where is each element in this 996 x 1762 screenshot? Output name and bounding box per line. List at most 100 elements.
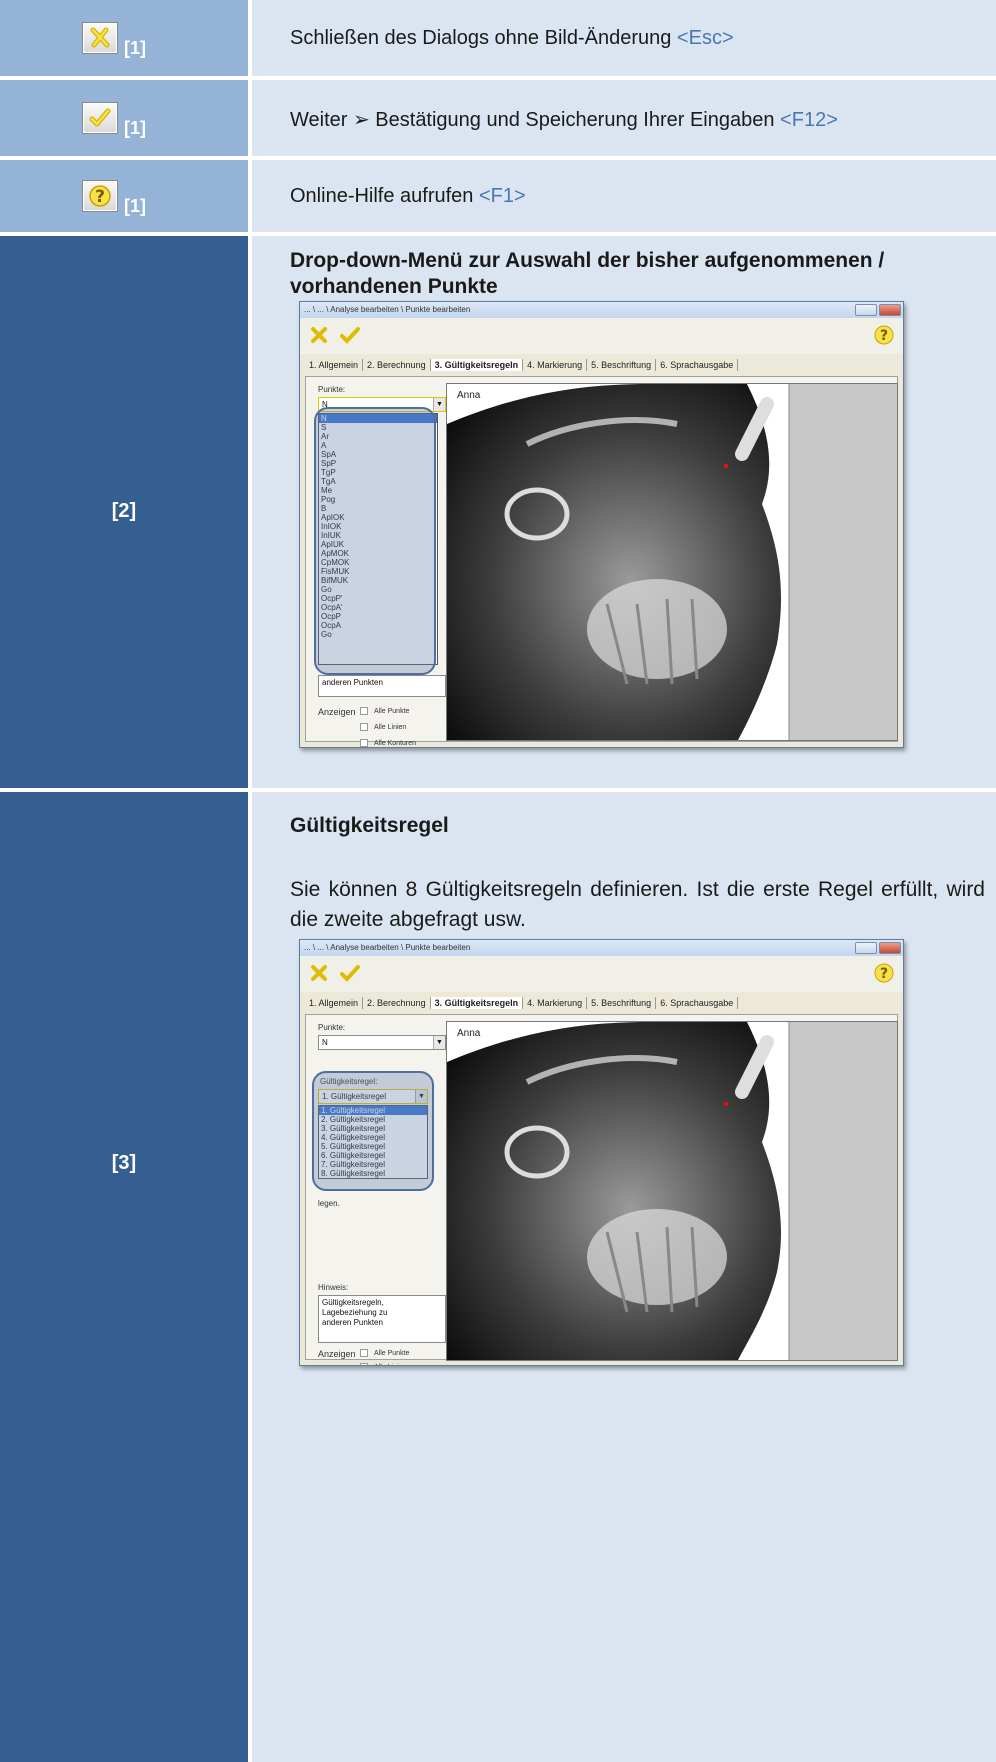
checkbox-all-contours[interactable]: Alle Konturen [360,739,416,747]
xray-image[interactable]: Anna [446,383,898,741]
checkbox-label: Alle Punkte [374,707,410,715]
show-label: Anzeigen [318,707,356,717]
patient-name: Anna [457,1028,481,1039]
tab-labeling[interactable]: 5. Beschriftung [587,359,657,371]
cancel-x-icon [90,27,110,48]
confirm-check-icon [89,108,111,127]
points-label: Punkte: [318,385,346,394]
row-help-text: Online-Hilfe aufrufen <F1> [290,185,526,208]
hint-text-box: anderen Punkten [318,675,446,697]
help-question-icon: ? [89,185,111,207]
tab-calculation[interactable]: 2. Berechnung [363,359,431,371]
section-validity-rule: [3] Gültigkeitsregel Sie können 8 Gültig… [0,792,996,1762]
checkbox-all-lines[interactable]: Alle Linien [360,1363,406,1365]
row-index: [1] [124,196,146,216]
row-text: Weiter ➢ Bestätigung und Speicherung Ihr… [290,109,775,131]
hint-line: anderen Punkten [322,1318,383,1327]
checkbox-all-lines[interactable]: Alle Linien [360,723,406,731]
checkbox-all-points[interactable]: Alle Punkte [360,707,409,715]
section-heading: Drop-down-Menü zur Auswahl der bisher au… [290,249,885,272]
row-index: [1] [124,118,146,138]
shortcut-key: <F1> [479,185,526,207]
xray-image[interactable]: Anna [446,1021,898,1361]
cancel-x-icon[interactable] [310,964,328,982]
checkbox-box[interactable] [360,739,368,747]
hint-text-box: Gültigkeitsregeln, Lagebeziehung zu ande… [318,1295,446,1343]
minimize-button[interactable] [855,304,877,316]
tab-bar: 1. Allgemein 2. Berechnung 3. Gültigkeitsr… [305,997,739,1013]
help-question-icon[interactable]: ? [873,324,895,346]
checkbox-box[interactable] [360,1363,368,1365]
tab-bar: 1. Allgemein 2. Berechnung 3. Gültigkeitsr… [305,359,739,375]
svg-text:?: ? [880,328,888,344]
checkbox-label: Alle Linien [374,723,407,731]
hint-label: Hinweis: [318,1283,349,1292]
minimize-button[interactable] [855,942,877,954]
behind-text: legen. [318,1199,340,1208]
hint-line: Gültigkeitsregeln, [322,1298,384,1307]
checkbox-box[interactable] [360,1349,368,1357]
window-title: ... \ ... \ Analyse bearbeiten \ Punkte … [300,940,903,956]
tab-marking[interactable]: 4. Markierung [523,997,588,1009]
section-points-dropdown: [2] Drop-down-Menü zur Auswahl der bishe… [0,236,996,788]
tab-panel: Punkte: N ▼ N S Ar A SpA SpP TgP TgA Me Pog B ApIOK… [305,376,898,747]
section-heading-cont: vorhandenen Punkte [290,275,498,298]
row-close-text: Schließen des Dialogs ohne Bild-Änderung… [290,27,734,50]
shortcut-key: <Esc> [676,27,734,49]
window-body: 1. Allgemein 2. Berechnung 3. Gültigkeitsr… [305,354,898,747]
row-text: Schließen des Dialogs ohne Bild-Änderung [290,27,672,49]
highlight-overlay [314,407,436,675]
app-window-screenshot: ... \ ... \ Analyse bearbeiten \ Punkte … [299,939,904,1366]
cancel-x-icon[interactable] [310,326,328,344]
cancel-button-image [82,22,118,54]
show-label: Anzeigen [318,1349,356,1359]
chevron-down-icon[interactable]: ▼ [433,398,445,411]
help-button-image: ? [82,180,118,212]
shortcut-key: <F12> [780,109,838,131]
chevron-down-icon[interactable]: ▼ [433,1036,445,1049]
points-select-value: N [322,1038,328,1047]
help-question-icon[interactable]: ? [873,962,895,984]
close-button[interactable] [879,942,901,954]
checkbox-box[interactable] [360,707,368,715]
svg-text:?: ? [880,966,888,982]
tab-general[interactable]: 1. Allgemein [305,997,364,1009]
row-confirm: [1] Weiter ➢ Bestätigung und Speicherung… [0,80,996,156]
row-index: [1] [124,38,146,58]
row-text: Online-Hilfe aufrufen [290,185,474,207]
tab-validity-rules[interactable]: 3. Gültigkeitsregeln [430,359,524,371]
section-3-label-cell: [3] [0,792,248,1762]
patient-name: Anna [457,390,481,401]
window-body: 1. Allgemein 2. Berechnung 3. Gültigkeitsr… [305,992,898,1365]
tab-panel: Punkte: N ▼ Gültigkeitsregel: 1. Gültigk… [305,1014,898,1365]
row-close-label-cell: [1] [0,0,248,76]
checkbox-box[interactable] [360,723,368,731]
checkbox-all-points[interactable]: Alle Punkte [360,1349,409,1357]
confirm-check-icon[interactable] [340,964,360,982]
cephalogram-image [447,384,897,740]
row-confirm-label-cell: [1] [0,80,248,156]
points-label: Punkte: [318,1023,346,1032]
cephalogram-image [447,1022,897,1360]
hint-text: anderen Punkten [322,678,383,687]
confirm-button-image [82,102,118,134]
tab-labeling[interactable]: 5. Beschriftung [587,997,657,1009]
tab-speech-output[interactable]: 6. Sprachausgabe [656,359,739,371]
tab-calculation[interactable]: 2. Berechnung [363,997,431,1009]
highlight-overlay [312,1071,434,1191]
tab-marking[interactable]: 4. Markierung [523,359,588,371]
points-select[interactable]: N ▼ [318,1035,446,1050]
tab-general[interactable]: 1. Allgemein [305,359,364,371]
window-toolbar: ? [300,956,903,992]
confirm-check-icon[interactable] [340,326,360,344]
close-button[interactable] [879,304,901,316]
tab-speech-output[interactable]: 6. Sprachausgabe [656,997,739,1009]
row-confirm-text: Weiter ➢ Bestätigung und Speicherung Ihr… [290,107,838,132]
checkbox-label: Alle Linien [374,1364,406,1365]
tab-validity-rules[interactable]: 3. Gültigkeitsregeln [430,997,524,1009]
hint-line: Lagebeziehung zu [322,1308,388,1317]
section-index: [2] [111,500,137,522]
section-index: [3] [111,1152,137,1174]
svg-text:?: ? [95,187,105,207]
section-heading: Gültigkeitsregel [290,814,449,837]
